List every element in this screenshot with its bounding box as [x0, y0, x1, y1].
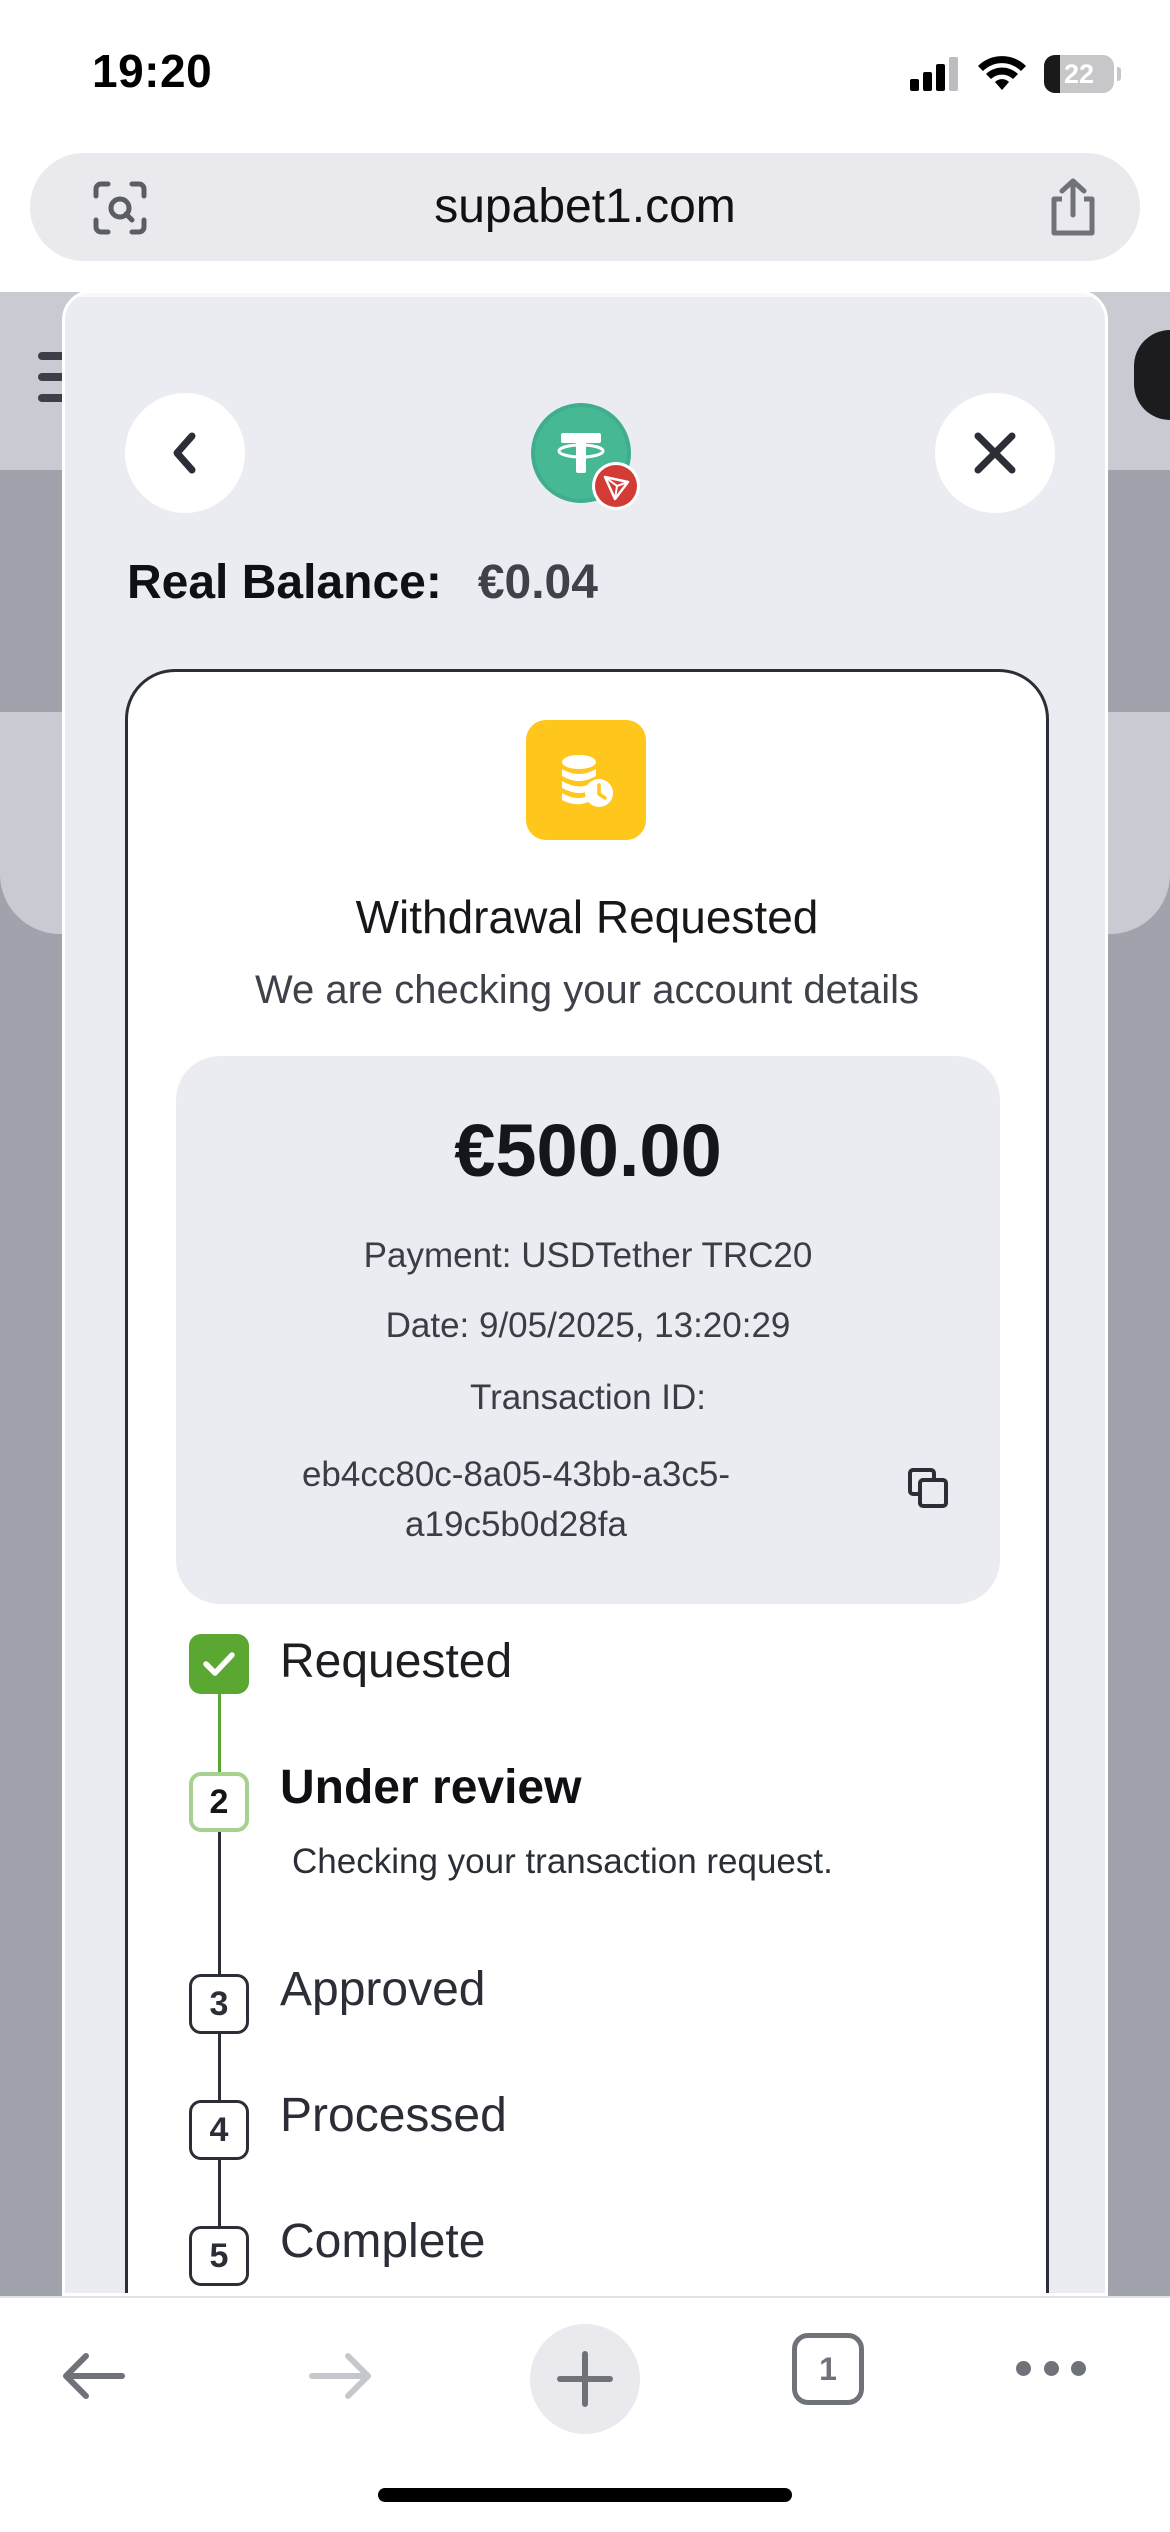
step-connector	[218, 1694, 221, 1772]
step-connector	[218, 1832, 221, 1974]
url-bar[interactable]: supabet1.com	[30, 153, 1140, 261]
chevron-left-icon	[173, 432, 196, 474]
step-requested-check	[189, 1634, 249, 1694]
tabs-icon[interactable]: 1	[792, 2333, 864, 2405]
url-text[interactable]: supabet1.com	[30, 153, 1140, 261]
plus-icon	[557, 2351, 613, 2407]
step-complete-number: 5	[189, 2226, 249, 2286]
cellular-signal-icon	[910, 57, 958, 91]
close-icon	[974, 432, 1016, 474]
wifi-icon	[978, 56, 1026, 90]
status-time: 19:20	[92, 45, 213, 97]
step-under-review-description: Checking your transaction request.	[292, 1842, 833, 1881]
balance-label: Real Balance:	[127, 556, 442, 609]
progress-steps: Requested 2 Under review Checking your t…	[128, 672, 1046, 2293]
share-icon[interactable]	[1044, 177, 1102, 237]
close-button[interactable]	[935, 393, 1055, 513]
withdrawal-modal: Real Balance: €0.04 Withdrawal Requested…	[62, 290, 1108, 2296]
battery-level: 22	[1063, 58, 1095, 89]
more-icon[interactable]	[1016, 2358, 1086, 2378]
step-processed-number: 4	[189, 2100, 249, 2160]
new-tab-button[interactable]	[530, 2324, 640, 2434]
battery-icon: 22	[1044, 55, 1121, 93]
step-connector	[218, 2034, 221, 2100]
step-under-review-label: Under review	[280, 1761, 582, 1814]
step-approved-number: 3	[189, 1974, 249, 2034]
back-arrow-icon[interactable]	[56, 2338, 132, 2414]
step-under-review-number: 2	[189, 1772, 249, 1832]
status-bar: 19:20 22	[0, 0, 1170, 150]
step-requested-label: Requested	[280, 1635, 513, 1688]
step-approved-label: Approved	[280, 1963, 486, 2016]
withdrawal-status-card: Withdrawal Requested We are checking you…	[125, 669, 1049, 2293]
back-button[interactable]	[125, 393, 245, 513]
step-connector	[218, 2160, 221, 2226]
home-indicator	[378, 2488, 792, 2502]
tether-trc20-logo	[531, 403, 640, 510]
step-processed-label: Processed	[280, 2089, 507, 2142]
forward-arrow-icon[interactable]	[302, 2338, 378, 2414]
balance-row: Real Balance: €0.04	[127, 555, 598, 610]
backdrop-avatar	[1134, 330, 1170, 420]
modal-top-edge	[65, 293, 1105, 297]
checkmark-icon	[203, 1652, 235, 1676]
step-complete-label: Complete	[280, 2215, 486, 2268]
balance-value: €0.04	[477, 556, 598, 609]
status-icons: 22	[910, 52, 1121, 96]
